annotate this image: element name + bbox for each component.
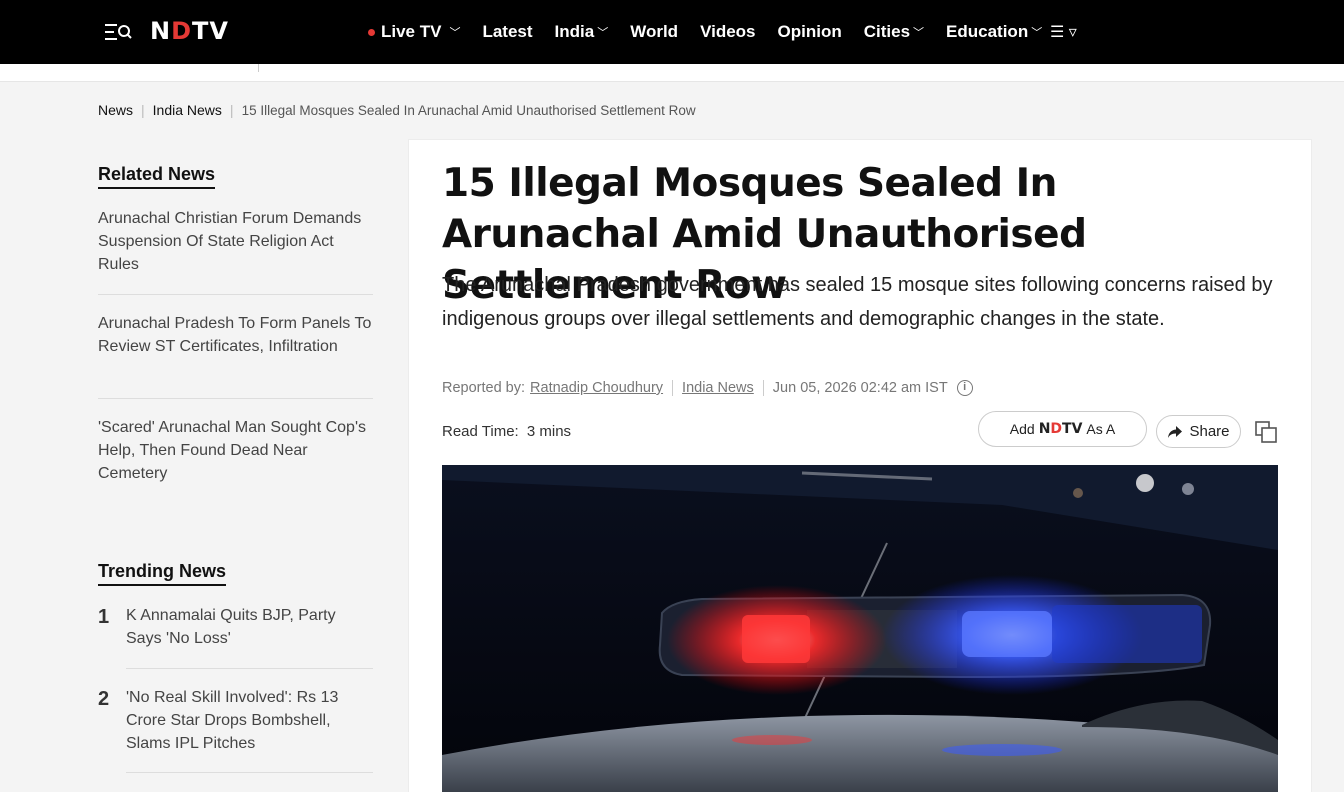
live-dot-icon [368, 28, 375, 36]
divider [98, 294, 373, 295]
divider [672, 380, 674, 396]
trending-item[interactable]: 2 'No Real Skill Involved': Rs 13 Crore … [98, 686, 373, 755]
nav-item-videos[interactable]: Videos [700, 22, 755, 42]
nav-label: Cities [863, 22, 911, 41]
trending-rank: 2 [98, 688, 110, 710]
nav-item-opinion[interactable]: Opinion [778, 22, 842, 42]
share-arrow-icon [1168, 425, 1183, 438]
chevron-down-icon: ﹀ [597, 27, 609, 39]
publish-datetime: Jun 05, 2026 02:42 am IST [772, 380, 948, 396]
police-siren-photo [442, 465, 1278, 792]
nav-item-latest[interactable]: Latest [482, 22, 532, 42]
breadcrumb: News | India News | 15 Illegal Mosques S… [98, 102, 696, 118]
more-menu-icon[interactable]: ☰ ▿ [1050, 22, 1077, 42]
logo-part: TV [192, 17, 229, 45]
nav-item-live-tv[interactable]: Live TV ﹀ [368, 22, 460, 42]
share-button[interactable]: Share [1156, 415, 1241, 448]
add-suffix: As A [1086, 421, 1116, 437]
read-time-value: 3 mins [526, 423, 572, 440]
reported-by-label: Reported by: [442, 380, 526, 396]
article-hero-image [442, 465, 1278, 792]
nav-label: Latest [482, 22, 533, 41]
article-byline: Reported by: Ratnadip Choudhury India Ne… [442, 380, 973, 396]
divider [126, 772, 373, 773]
article-summary: The Arunachal Pradesh government has sea… [442, 274, 1273, 330]
related-news-item[interactable]: Arunachal Pradesh To Form Panels To Revi… [98, 312, 373, 358]
copy-icon[interactable] [1254, 420, 1278, 444]
breadcrumb-current: 15 Illegal Mosques Sealed In Arunachal A… [241, 102, 696, 118]
nav-label: World [630, 22, 679, 41]
trending-news-heading: Trending News [98, 561, 227, 586]
top-navigation-bar: NDTV Live TV ﹀ Latest India ﹀ World Video… [0, 0, 1344, 64]
divider [126, 668, 373, 669]
breadcrumb-news[interactable]: News [98, 102, 133, 118]
nav-label: Opinion [777, 22, 842, 41]
nav-item-cities[interactable]: Cities ﹀ [864, 22, 924, 42]
trending-rank: 1 [98, 606, 110, 628]
chevron-down-icon: ﹀ [1031, 27, 1043, 39]
section-link[interactable]: India News [682, 380, 754, 396]
info-icon[interactable]: i [956, 380, 973, 396]
trending-title: K Annamalai Quits BJP, Party Says 'No Lo… [126, 607, 336, 647]
related-news-item[interactable]: 'Scared' Arunachal Man Sought Cop's Help… [98, 416, 373, 485]
trending-title: 'No Real Skill Involved': Rs 13 Crore St… [126, 689, 339, 752]
sub-navigation-strip [0, 64, 1344, 82]
chevron-down-icon: ﹀ [913, 27, 925, 39]
trending-item[interactable]: 1 K Annamalai Quits BJP, Party Says 'No … [98, 604, 373, 650]
nav-label: Videos [700, 22, 756, 41]
chevron-down-icon: ﹀ [449, 27, 461, 39]
nav-label: India [554, 22, 595, 41]
brand-part: N [1038, 421, 1051, 437]
main-nav: Live TV ﹀ Latest India ﹀ World Videos Opi… [368, 0, 1064, 64]
logo-part: N [150, 17, 172, 45]
related-news-item[interactable]: Arunachal Christian Forum Demands Suspen… [98, 207, 373, 276]
related-news-heading: Related News [98, 164, 216, 189]
breadcrumb-india-news[interactable]: India News [153, 102, 222, 118]
ndtv-logo[interactable]: NDTV [150, 17, 229, 45]
ndtv-brand-mark: NDTV [1039, 421, 1083, 437]
divider [762, 380, 764, 396]
nav-label: Live TV [381, 22, 442, 41]
add-ndtv-preferred-source-button[interactable]: Add NDTV As A [978, 411, 1147, 447]
share-label: Share [1189, 423, 1230, 440]
read-time: Read Time: 3 mins [442, 423, 571, 440]
divider [98, 398, 373, 399]
author-link[interactable]: Ratnadip Choudhury [530, 380, 663, 396]
brand-part-red: D [1050, 421, 1063, 437]
divider [258, 64, 259, 72]
breadcrumb-separator: | [141, 102, 145, 118]
nav-item-world[interactable]: World [630, 22, 678, 42]
nav-item-india[interactable]: India ﹀ [555, 22, 609, 42]
add-label: Add [1009, 421, 1035, 437]
nav-item-education[interactable]: Education ﹀ [946, 22, 1042, 42]
brand-part: TV [1062, 421, 1083, 437]
menu-search-icon[interactable] [104, 22, 132, 42]
read-time-label: Read Time: [442, 423, 519, 440]
nav-label: Education [946, 22, 1029, 41]
breadcrumb-separator: | [229, 102, 234, 118]
logo-part-red: D [171, 17, 193, 45]
